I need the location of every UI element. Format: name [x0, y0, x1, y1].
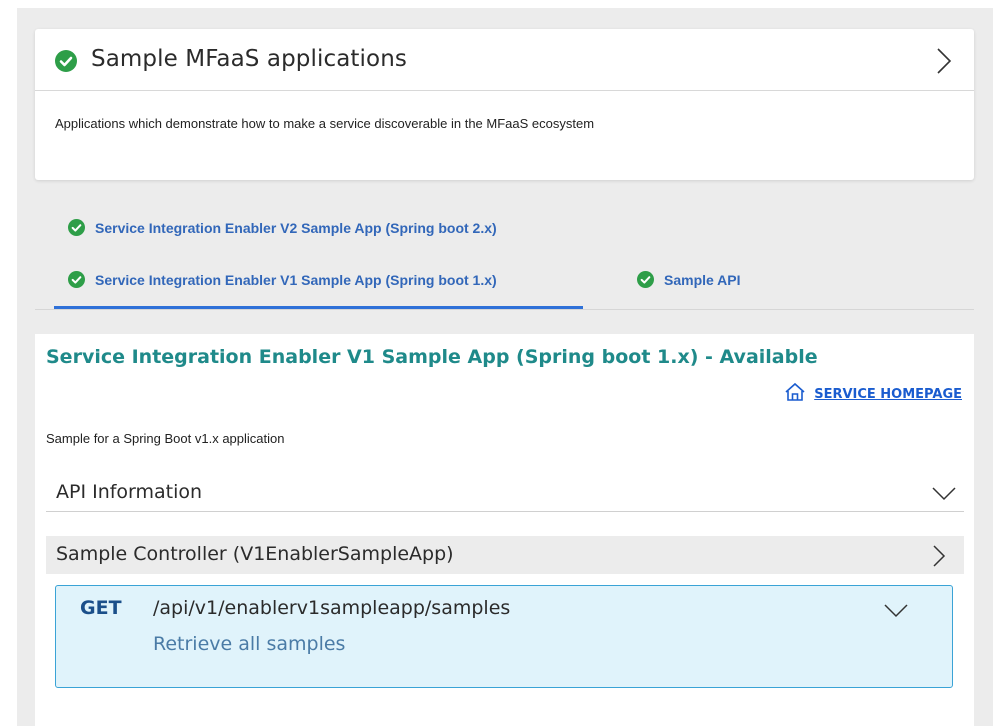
tab-label: Service Integration Enabler V2 Sample Ap… — [95, 219, 497, 236]
service-description: Sample for a Spring Boot v1.x applicatio… — [46, 431, 285, 446]
api-information-label: API Information — [56, 481, 203, 503]
tab-sample-api[interactable]: Sample API — [637, 271, 741, 288]
chevron-down-icon — [932, 487, 956, 501]
catalog-header-bar[interactable]: Sample MFaaS applications — [35, 29, 974, 91]
check-circle-icon — [68, 271, 85, 288]
catalog-title: Sample MFaaS applications — [91, 46, 407, 72]
api-information-accordion[interactable]: API Information — [46, 474, 964, 512]
tab-v2-sample-app[interactable]: Service Integration Enabler V2 Sample Ap… — [68, 219, 497, 236]
operation-path: /api/v1/enablerv1sampleapp/samples — [153, 597, 511, 619]
catalog-header-card: Sample MFaaS applications Applications w… — [35, 29, 974, 180]
check-circle-icon — [637, 271, 654, 288]
check-circle-icon — [55, 50, 77, 72]
service-detail-card: Service Integration Enabler V1 Sample Ap… — [35, 334, 974, 726]
controller-label: Sample Controller (V1EnablerSampleApp) — [56, 543, 454, 565]
check-circle-icon — [68, 219, 85, 236]
tab-label: Service Integration Enabler V1 Sample Ap… — [95, 271, 497, 288]
chevron-down-icon[interactable] — [884, 604, 908, 618]
tab-label: Sample API — [664, 271, 741, 288]
service-title: Service Integration Enabler V1 Sample Ap… — [46, 346, 818, 368]
chevron-right-icon — [933, 545, 946, 567]
tabs-divider — [35, 309, 974, 310]
get-samples-operation[interactable]: GET /api/v1/enablerv1sampleapp/samples R… — [55, 585, 953, 688]
service-homepage-label: SERVICE HOMEPAGE — [814, 387, 962, 402]
service-homepage-link[interactable]: SERVICE HOMEPAGE — [784, 382, 962, 402]
sample-controller-section[interactable]: Sample Controller (V1EnablerSampleApp) — [46, 536, 964, 574]
tab-v1-sample-app[interactable]: Service Integration Enabler V1 Sample Ap… — [68, 271, 497, 288]
chevron-right-icon[interactable] — [936, 47, 952, 75]
operation-summary: Retrieve all samples — [153, 633, 346, 655]
catalog-description: Applications which demonstrate how to ma… — [55, 116, 595, 131]
home-icon — [785, 382, 805, 401]
http-method-badge: GET — [80, 597, 122, 619]
